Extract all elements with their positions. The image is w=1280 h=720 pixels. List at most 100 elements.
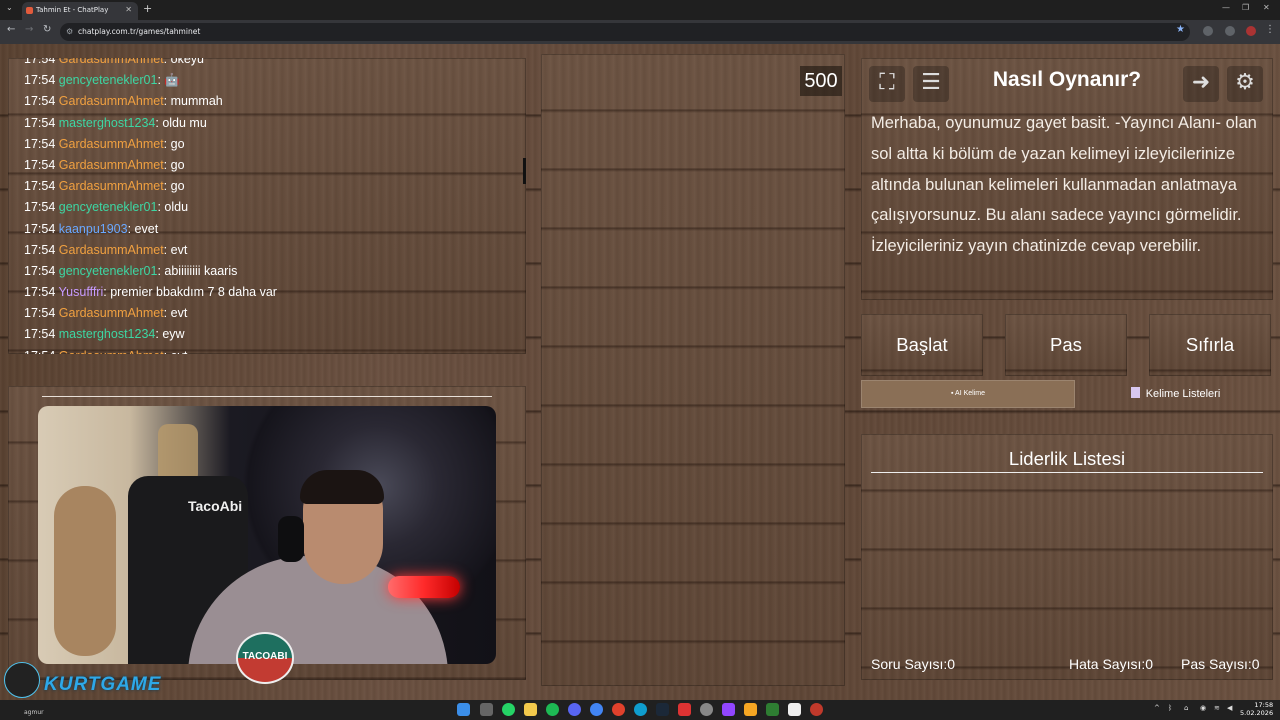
browser-tab[interactable]: Tahmin Et - ChatPlay ✕: [22, 2, 138, 20]
taco-badge-logo: TACOABI: [236, 632, 294, 684]
menu-icon[interactable]: ⋮: [1265, 24, 1275, 35]
profile-avatar-icon[interactable]: [1246, 26, 1256, 36]
chat-username[interactable]: kaanpu1903: [59, 222, 128, 236]
bluetooth-icon[interactable]: ᛒ: [1168, 704, 1172, 712]
chat-text: oldu: [164, 200, 189, 215]
app-icon[interactable]: [766, 703, 779, 716]
chat-separator: :: [163, 58, 171, 66]
error-count: Hata Sayısı:0: [1069, 656, 1154, 672]
chat-username[interactable]: GardasummAhmet: [59, 243, 164, 257]
chat-username[interactable]: Yusufffri: [59, 285, 104, 299]
tab-search-icon[interactable]: ⌄: [6, 3, 13, 12]
wolf-icon: [4, 662, 40, 698]
settings-gear-icon[interactable]: ⚙: [1227, 66, 1263, 102]
clock-date: 5.02.2026: [1240, 709, 1274, 717]
chat-time: 17:54: [24, 242, 56, 257]
logout-icon[interactable]: ➜: [1183, 66, 1219, 102]
chat-message: 17:54 GardasummAhmet: go: [24, 158, 277, 179]
mic-icon[interactable]: ◉: [1200, 704, 1206, 712]
volume-icon[interactable]: ◀: [1227, 704, 1232, 712]
chat-username[interactable]: GardasummAhmet: [59, 94, 164, 108]
leaderboard-panel: Liderlik Listesi Soru Sayısı:0 Hata Sayı…: [861, 434, 1273, 680]
chat-username[interactable]: gencyetenekler01: [59, 73, 158, 87]
chat-username[interactable]: GardasummAhmet: [59, 179, 164, 193]
windows-taskbar: agmur ^ ᛒ ⌂ ◉ ≋ ◀ 17:58 5.02.2026: [0, 700, 1280, 720]
app-icon[interactable]: [744, 703, 757, 716]
maximize-icon[interactable]: ❐: [1242, 3, 1249, 12]
chat-username[interactable]: masterghost1234: [59, 327, 156, 341]
chat-separator: :: [163, 94, 171, 109]
whatsapp-icon[interactable]: [502, 703, 515, 716]
stream-overlay-logo: KURTGAME: [0, 660, 180, 700]
chat-text: eyw: [162, 327, 185, 342]
site-info-icon[interactable]: ⚙: [66, 23, 73, 41]
forward-icon[interactable]: →: [25, 24, 33, 35]
game-page: 17:54 GardasummAhmet: okeyu 17:54 gencyet…: [0, 44, 1280, 700]
network-icon[interactable]: ⌂: [1184, 704, 1188, 712]
chat-separator: :: [163, 136, 171, 151]
app-icon[interactable]: [722, 703, 735, 716]
close-window-icon[interactable]: ✕: [1263, 3, 1270, 12]
app-icon[interactable]: [810, 703, 823, 716]
chat-message: 17:54 GardasummAhmet: go: [24, 137, 277, 158]
favicon-icon: [26, 7, 33, 14]
minimize-icon[interactable]: —: [1222, 3, 1230, 12]
chat-username[interactable]: GardasummAhmet: [59, 58, 164, 66]
system-clock[interactable]: 17:58 5.02.2026: [1240, 701, 1273, 717]
chat-username[interactable]: GardasummAhmet: [59, 137, 164, 151]
discord-icon[interactable]: [568, 703, 581, 716]
chat-text: okeyu: [170, 58, 204, 66]
tray-chevron-icon[interactable]: ^: [1154, 704, 1160, 712]
chat-list: 17:54 GardasummAhmet: okeyu 17:54 gencyet…: [24, 58, 277, 354]
steam-icon[interactable]: [656, 703, 669, 716]
word-area: [541, 54, 845, 686]
document-icon[interactable]: ☰: [913, 66, 949, 102]
reset-button[interactable]: Sıfırla: [1149, 314, 1271, 376]
back-icon[interactable]: ←: [7, 24, 15, 35]
store-icon[interactable]: [788, 703, 801, 716]
media-icon[interactable]: [678, 703, 691, 716]
neon-light: [388, 576, 460, 598]
edge-icon[interactable]: [634, 703, 647, 716]
chat-time: 17:54: [24, 263, 56, 278]
headset-icon: [278, 516, 304, 562]
new-tab-button[interactable]: +: [143, 2, 152, 15]
chat-scrollbar[interactable]: [523, 158, 526, 184]
file-explorer-icon[interactable]: [524, 703, 537, 716]
fullscreen-icon[interactable]: ⛶: [869, 66, 905, 102]
extensions-icon[interactable]: [1203, 26, 1213, 36]
chat-username[interactable]: masterghost1234: [59, 116, 156, 130]
chat-username[interactable]: GardasummAhmet: [59, 349, 164, 354]
overlay-logo-text: KURTGAME: [44, 674, 162, 695]
wifi-icon[interactable]: ≋: [1214, 704, 1220, 712]
task-view-icon[interactable]: [480, 703, 493, 716]
pass-button[interactable]: Pas: [1005, 314, 1127, 376]
obs-icon[interactable]: [700, 703, 713, 716]
opera-icon[interactable]: [612, 703, 625, 716]
chat-time: 17:54: [24, 306, 56, 321]
chat-username[interactable]: GardasummAhmet: [59, 306, 164, 320]
tab-ai-word[interactable]: ▪ AI Kelime: [861, 380, 1075, 408]
address-bar[interactable]: ⚙ chatplay.com.tr/games/tahminet: [60, 23, 1190, 41]
chat-username[interactable]: GardasummAhmet: [59, 158, 164, 172]
chat-message: 17:54 gencyetenekler01: 🤖: [24, 73, 277, 94]
chat-message: 17:54 gencyetenekler01: abiiiiiiii kaari…: [24, 264, 277, 285]
chat-username[interactable]: gencyetenekler01: [59, 264, 158, 278]
bookmark-star-icon[interactable]: ★: [1176, 24, 1185, 35]
close-tab-icon[interactable]: ✕: [125, 2, 132, 18]
spotify-icon[interactable]: [546, 703, 559, 716]
tab-word-lists[interactable]: Kelime Listeleri: [1078, 380, 1273, 408]
tab-ai-word-label: AI Kelime: [955, 390, 985, 397]
tab-word-lists-label: Kelime Listeleri: [1145, 388, 1221, 400]
chat-message: 17:54 kaanpu1903: evet: [24, 222, 277, 243]
downloads-icon[interactable]: [1225, 26, 1235, 36]
chat-message: 17:54 masterghost1234: eyw: [24, 327, 277, 348]
reload-icon[interactable]: ↻: [43, 24, 51, 35]
start-button[interactable]: Başlat: [861, 314, 983, 376]
chrome-icon[interactable]: [590, 703, 603, 716]
start-windows-icon[interactable]: [457, 703, 470, 716]
chat-time: 17:54: [24, 221, 56, 236]
chat-message: 17:54 Yusufffri: premier bbakdım 7 8 dah…: [24, 285, 277, 306]
chat-username[interactable]: gencyetenekler01: [59, 200, 158, 214]
chat-text: 🤖: [164, 73, 180, 88]
